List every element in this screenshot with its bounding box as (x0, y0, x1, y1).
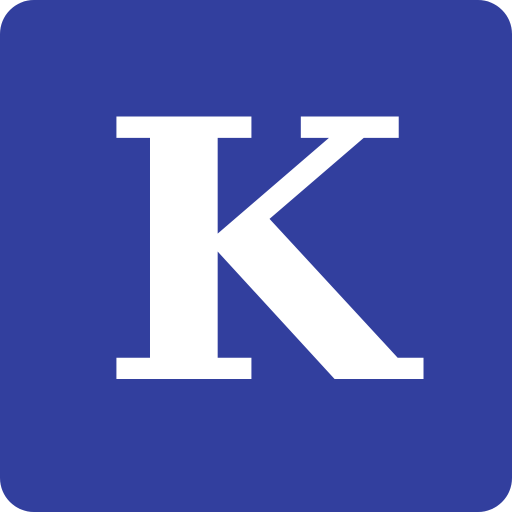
app-icon: K (0, 0, 512, 512)
k-letter-icon: K (99, 41, 413, 464)
